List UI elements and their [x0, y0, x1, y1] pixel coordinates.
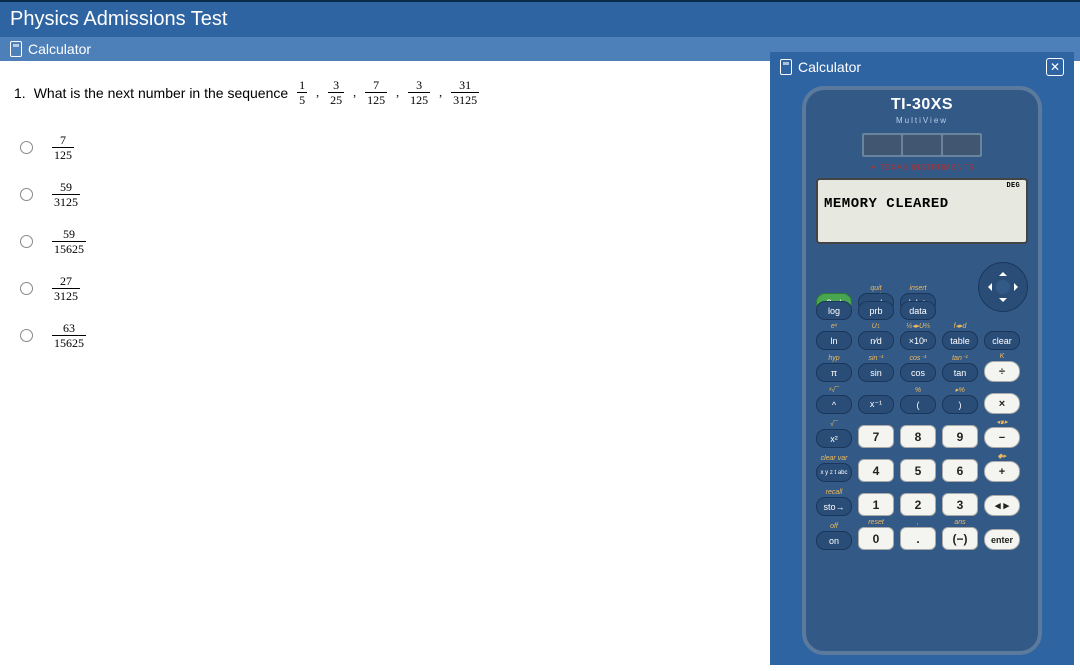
arrow-down-icon[interactable] [999, 298, 1007, 306]
data-button[interactable]: data [900, 301, 936, 320]
toggle-button[interactable]: ◂ ▸ [984, 495, 1020, 516]
six-button[interactable]: 6 [942, 459, 978, 482]
question-text: What is the next number in the sequence [34, 85, 288, 101]
dot-button[interactable]: . [900, 527, 936, 550]
ln-button[interactable]: ln [816, 331, 852, 350]
calc-brand: ✦ TEXAS INSTRUMENTS [816, 163, 1028, 172]
radio-icon[interactable] [20, 188, 33, 201]
nd-button[interactable]: n⁄d [858, 331, 894, 350]
xabc-button[interactable]: x y z t abc [816, 463, 852, 482]
rparen-button[interactable]: ) [942, 395, 978, 414]
sequence-term: 3125 [408, 79, 430, 106]
lparen-button[interactable]: ( [900, 395, 936, 414]
option-fraction: 7125 [52, 134, 74, 161]
close-button[interactable]: ✕ [1046, 58, 1064, 76]
arrow-left-icon[interactable] [984, 283, 992, 291]
xsq-button[interactable]: x² [816, 429, 852, 448]
radio-icon[interactable] [20, 235, 33, 248]
calculator-icon [780, 59, 792, 75]
clear-button[interactable]: clear [984, 331, 1020, 350]
cos-button[interactable]: cos [900, 363, 936, 382]
solar-strip [862, 133, 982, 157]
option-fraction: 593125 [52, 181, 80, 208]
on-button[interactable]: on [816, 531, 852, 550]
sin-button[interactable]: sin [858, 363, 894, 382]
keypad: 2nd quitmode insertdelete [816, 252, 1028, 550]
caret-button[interactable]: ^ [816, 395, 852, 414]
radio-icon[interactable] [20, 329, 33, 342]
arrow-up-icon[interactable] [999, 268, 1007, 276]
table-button[interactable]: table [942, 331, 978, 350]
page-title-bar: Physics Admissions Test [0, 0, 1080, 37]
three-button[interactable]: 3 [942, 493, 978, 516]
screen-text: MEMORY CLEARED [824, 196, 1020, 212]
sequence-term: 15 [297, 79, 307, 106]
calc-model: TI-30XS [816, 96, 1028, 114]
plus-button[interactable]: + [984, 461, 1020, 482]
four-button[interactable]: 4 [858, 459, 894, 482]
two-button[interactable]: 2 [900, 493, 936, 516]
option-fraction: 6315625 [52, 322, 86, 349]
sto-button[interactable]: sto→ [816, 497, 852, 516]
seven-button[interactable]: 7 [858, 425, 894, 448]
calculator-panel: Calculator ✕ TI-30XS MultiView ✦ TEXAS I… [770, 52, 1074, 665]
calc-screen: DEG MEMORY CLEARED [816, 178, 1028, 244]
zero-button[interactable]: 0 [858, 527, 894, 550]
arrow-right-icon[interactable] [1014, 283, 1022, 291]
radio-icon[interactable] [20, 282, 33, 295]
eight-button[interactable]: 8 [900, 425, 936, 448]
calculator-panel-header: Calculator ✕ [770, 52, 1074, 82]
sequence-term: 313125 [451, 79, 479, 106]
minus-button[interactable]: − [984, 427, 1020, 448]
radio-icon[interactable] [20, 141, 33, 154]
divide-button[interactable]: ÷ [984, 361, 1020, 382]
tan-button[interactable]: tan [942, 363, 978, 382]
negate-button[interactable]: (−) [942, 527, 978, 550]
angle-mode-indicator: DEG [1006, 182, 1020, 190]
question-number: 1. [14, 85, 26, 101]
xinv-button[interactable]: x⁻¹ [858, 395, 894, 414]
calc-subtitle: MultiView [816, 116, 1028, 125]
five-button[interactable]: 5 [900, 459, 936, 482]
calculator-icon [10, 41, 22, 57]
one-button[interactable]: 1 [858, 493, 894, 516]
nine-button[interactable]: 9 [942, 425, 978, 448]
x10n-button[interactable]: ×10ⁿ [900, 331, 936, 350]
prb-button[interactable]: prb [858, 301, 894, 320]
multiply-button[interactable]: × [984, 393, 1020, 414]
option-fraction: 5915625 [52, 228, 86, 255]
ti30xs-calculator: TI-30XS MultiView ✦ TEXAS INSTRUMENTS DE… [802, 86, 1042, 655]
enter-button[interactable]: enter [984, 529, 1020, 550]
sequence-term: 7125 [365, 79, 387, 106]
dpad[interactable] [978, 262, 1028, 312]
calculator-panel-title: Calculator [798, 59, 861, 75]
option-fraction: 273125 [52, 275, 80, 302]
calculator-toggle-label: Calculator [28, 41, 91, 57]
close-icon: ✕ [1050, 61, 1060, 73]
pi-button[interactable]: π [816, 363, 852, 382]
page-title: Physics Admissions Test [10, 8, 228, 30]
sequence-term: 325 [328, 79, 344, 106]
log-button[interactable]: log [816, 301, 852, 320]
